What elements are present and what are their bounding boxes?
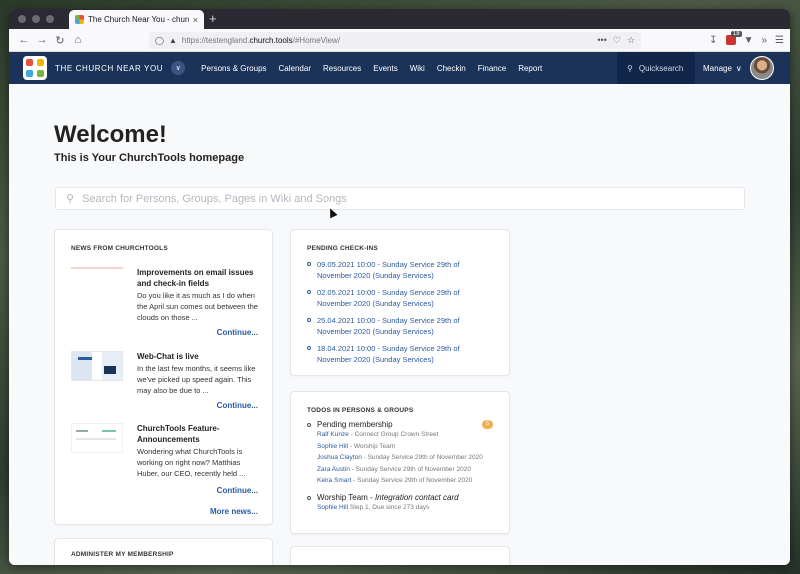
manage-menu[interactable]: Manage ∨ <box>703 52 742 84</box>
church-switch-chevron-icon[interactable]: ∨ <box>171 61 186 75</box>
nav-finance[interactable]: Finance <box>478 64 506 73</box>
todo-group-name: Worship Team - Integration contact card <box>317 492 459 502</box>
news-headline[interactable]: ChurchTools Feature-Announcements <box>137 423 261 445</box>
main-content: Welcome! This is Your ChurchTools homepa… <box>9 84 790 565</box>
churchtools-favicon-icon <box>75 15 84 24</box>
pocket-icon[interactable]: ♡ <box>613 35 621 46</box>
url-text[interactable]: https://testengland.church.tools/#HomeVi… <box>182 36 593 45</box>
menu-icon[interactable]: ☰ <box>775 35 784 46</box>
todo-group-name: Pending membership <box>317 420 393 429</box>
quicksearch-label: Quicksearch <box>638 63 684 73</box>
nav-checkin[interactable]: Checkin <box>437 64 466 73</box>
extension-shield-icon[interactable]: ▼ <box>744 35 754 46</box>
nav-report[interactable]: Report <box>518 64 542 73</box>
todo-row[interactable]: Keira Smart - Sunday Service 29th of Nov… <box>307 475 493 487</box>
nav-resources[interactable]: Resources <box>323 64 361 73</box>
todo-row[interactable]: Zara Austin - Sunday Service 29th of Nov… <box>307 464 493 476</box>
continue-link[interactable]: Continue... <box>217 401 258 410</box>
lock-icon[interactable]: ▲ <box>169 36 177 45</box>
todo-row[interactable]: Sophie Hill Step 1, Due since 273 days <box>307 502 493 514</box>
news-thumbnail[interactable] <box>71 351 123 381</box>
search-icon: ⚲ <box>627 63 633 73</box>
membership-card-title: ADMINISTER MY MEMBERSHIP <box>71 551 174 558</box>
nav-wiki[interactable]: Wiki <box>410 64 425 73</box>
news-thumbnail[interactable] <box>71 423 123 453</box>
todo-count-badge: 5 <box>482 420 493 429</box>
todos-card-title: TODOS IN PERSONS & GROUPS <box>307 407 414 414</box>
bookmark-star-icon[interactable]: ☆ <box>627 35 635 46</box>
chevron-down-icon: ∨ <box>735 63 742 73</box>
shield-icon[interactable]: ◯ <box>155 36 164 45</box>
new-tab-button[interactable]: + <box>209 11 217 26</box>
main-nav: Persons & Groups Calendar Resources Even… <box>201 64 542 73</box>
todo-group: Worship Team - Integration contact card <box>307 493 493 502</box>
page-subtitle: This is Your ChurchTools homepage <box>54 152 245 164</box>
news-headline[interactable]: Improvements on email issues and check-i… <box>137 267 261 289</box>
extension-badge: 18 <box>730 31 742 37</box>
window-controls[interactable] <box>18 15 54 23</box>
home-icon[interactable]: ⌂ <box>69 34 87 46</box>
tab-title: The Church Near You - churchT <box>88 15 189 24</box>
church-logo-icon[interactable] <box>23 56 47 80</box>
quicksearch-button[interactable]: ⚲ Quicksearch <box>617 52 695 84</box>
checkin-item[interactable]: 09.05.2021 10:00 - Sunday Service 29th o… <box>307 259 493 281</box>
news-card-title: NEWS FROM CHURCHTOOLS <box>71 245 168 252</box>
overflow-icon[interactable]: » <box>761 35 767 46</box>
checkin-item[interactable]: 25.04.2021 10:00 - Sunday Service 29th o… <box>307 315 493 337</box>
browser-toolbar: ← → ↻ ⌂ ◯ ▲ https://testengland.church.t… <box>9 29 790 52</box>
nav-persons-groups[interactable]: Persons & Groups <box>201 64 266 73</box>
extension-icon[interactable]: 18 <box>725 31 742 45</box>
url-bar[interactable]: ◯ ▲ https://testengland.church.tools/#Ho… <box>149 31 641 49</box>
todo-row[interactable]: Sophie Hill - Worship Team <box>307 441 493 453</box>
manage-label: Manage <box>703 63 732 73</box>
back-icon[interactable]: ← <box>15 34 33 46</box>
news-card: NEWS FROM CHURCHTOOLS Improvements on em… <box>54 229 273 525</box>
search-icon: ⚲ <box>66 193 75 205</box>
tab-close-icon[interactable]: × <box>193 15 198 25</box>
news-thumbnail[interactable] <box>71 267 123 297</box>
church-name[interactable]: THE CHURCH NEAR YOU <box>55 64 163 73</box>
search-input[interactable]: ⚲ Search for Persons, Groups, Pages in W… <box>55 187 745 210</box>
browser-window: The Church Near You - churchT × + ← → ↻ … <box>9 9 790 565</box>
search-placeholder: Search for Persons, Groups, Pages in Wik… <box>82 192 347 205</box>
reload-icon[interactable]: ↻ <box>51 34 69 47</box>
continue-link[interactable]: Continue... <box>217 328 258 337</box>
forward-icon[interactable]: → <box>33 34 51 46</box>
placeholder-card <box>290 546 510 565</box>
membership-card: ADMINISTER MY MEMBERSHIP <box>54 538 273 565</box>
news-excerpt: Wondering what ChurchTools is working on… <box>137 447 246 478</box>
browser-tab[interactable]: The Church Near You - churchT × <box>69 10 204 29</box>
news-excerpt: Do you like it as much as I do when the … <box>137 291 258 322</box>
page-title: Welcome! <box>54 121 167 148</box>
page-actions-icon[interactable]: ••• <box>597 35 606 46</box>
todos-card: TODOS IN PERSONS & GROUPS Pending member… <box>290 391 510 534</box>
checkins-card-title: PENDING CHECK-INS <box>307 245 378 252</box>
app-header: THE CHURCH NEAR YOU ∨ Persons & Groups C… <box>9 52 790 84</box>
news-headline[interactable]: Web-Chat is live <box>137 351 261 362</box>
nav-calendar[interactable]: Calendar <box>279 64 311 73</box>
news-excerpt: In the last few months, it seems like we… <box>137 364 256 395</box>
checkin-item[interactable]: 02.05.2021 10:00 - Sunday Service 29th o… <box>307 287 493 309</box>
download-icon[interactable]: ↧ <box>709 35 717 46</box>
todo-row[interactable]: Joshua Clayton - Sunday Service 29th of … <box>307 452 493 464</box>
continue-link[interactable]: Continue... <box>217 486 258 495</box>
tab-strip: The Church Near You - churchT × + <box>9 9 790 29</box>
checkin-item[interactable]: 18.04.2021 10:00 - Sunday Service 29th o… <box>307 343 493 365</box>
more-news-link[interactable]: More news... <box>210 507 258 516</box>
user-avatar[interactable] <box>750 56 774 80</box>
todo-row[interactable]: Ralf Kunze - Connect Group Crown Street <box>307 429 493 441</box>
nav-events[interactable]: Events <box>373 64 397 73</box>
todo-group: Pending membership <box>307 420 493 429</box>
pending-checkins-card: PENDING CHECK-INS 09.05.2021 10:00 - Sun… <box>290 229 510 376</box>
